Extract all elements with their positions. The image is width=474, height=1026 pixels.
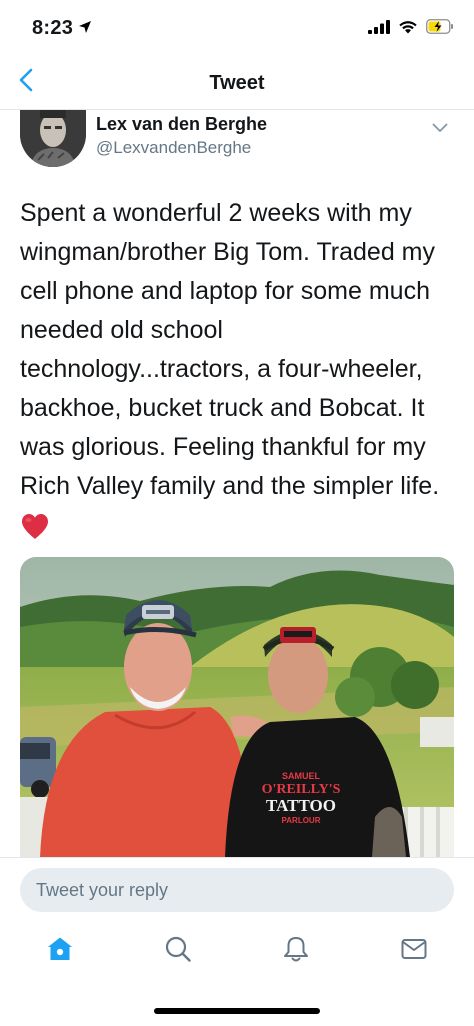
author-handle[interactable]: @LexvandenBerghe <box>96 138 251 158</box>
home-indicator[interactable] <box>154 1008 320 1014</box>
photo-shirt-text-1: SAMUEL <box>282 771 321 781</box>
tweet-header: Lex van den Berghe @LexvandenBerghe <box>0 110 474 180</box>
location-arrow-icon <box>78 20 92 39</box>
heart-emoji-icon <box>20 512 50 542</box>
status-bar: 8:23 <box>0 0 474 56</box>
tweet-photo[interactable]: SAMUEL O'REILLY'S TATTOO PARLOUR <box>20 557 454 857</box>
tab-bar <box>0 927 474 977</box>
reply-bar: Tweet your reply <box>0 857 474 927</box>
tab-messages[interactable] <box>398 935 430 967</box>
battery-charging-icon <box>426 19 454 39</box>
author-display-name[interactable]: Lex van den Berghe <box>96 114 267 135</box>
photo-shirt-text-3: TATTOO <box>266 796 336 815</box>
tab-search[interactable] <box>162 935 194 967</box>
photo-shirt-text-4: PARLOUR <box>282 816 321 825</box>
page-title: Tweet <box>209 72 265 94</box>
home-icon <box>46 935 74 968</box>
tweet-text: Spent a wonderful 2 weeks with my wingma… <box>20 199 440 500</box>
messages-envelope-icon <box>400 935 428 968</box>
photo-shirt-text-2: O'REILLY'S <box>262 782 341 797</box>
status-icons <box>368 19 454 39</box>
tab-home[interactable] <box>44 935 76 967</box>
chevron-down-icon <box>432 120 448 137</box>
signal-icon <box>368 19 390 39</box>
wifi-icon <box>398 19 418 39</box>
avatar[interactable] <box>20 110 86 167</box>
nav-bar: Tweet <box>0 56 474 110</box>
tab-notifications[interactable] <box>280 935 312 967</box>
reply-input[interactable]: Tweet your reply <box>20 868 454 912</box>
tweet-options-button[interactable] <box>432 120 456 138</box>
search-icon <box>164 935 192 968</box>
status-time: 8:23 <box>32 17 74 39</box>
notifications-bell-icon <box>282 935 310 968</box>
